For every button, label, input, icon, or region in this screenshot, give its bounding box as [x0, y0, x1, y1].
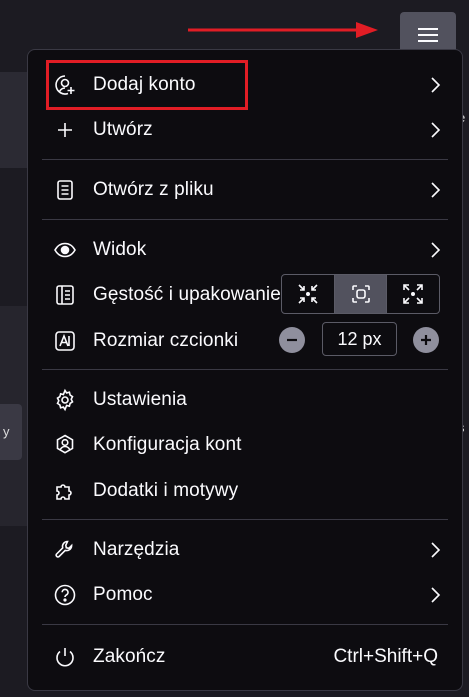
gear-icon — [52, 387, 78, 413]
font-size-value: 12 px — [322, 322, 397, 356]
menu-item-label: Rozmiar czcionki — [93, 330, 239, 351]
menu-separator — [42, 159, 448, 160]
menu-item-quit[interactable]: Zakończ Ctrl+Shift+Q — [42, 636, 448, 678]
density-normal-button[interactable] — [334, 275, 388, 313]
chevron-right-icon — [431, 587, 441, 603]
menu-item-label: Konfiguracja kont — [93, 434, 242, 455]
menu-item-view[interactable]: Widok — [42, 229, 448, 271]
power-icon — [52, 644, 78, 670]
menu-separator — [42, 624, 448, 625]
chevron-right-icon — [431, 242, 441, 258]
background-button: y — [0, 404, 22, 460]
menu-item-account-settings[interactable]: Konfiguracja kont — [42, 424, 448, 466]
chevron-right-icon — [431, 182, 441, 198]
density-icon — [52, 282, 78, 308]
font-size-decrease-button[interactable] — [279, 327, 305, 353]
hamburger-menu-icon — [418, 28, 438, 42]
menu-item-label: Otwórz z pliku — [93, 179, 214, 200]
wrench-icon — [52, 537, 78, 563]
menu-separator — [42, 369, 448, 370]
menu-item-label: Zakończ — [93, 646, 166, 667]
font-size-increase-button[interactable] — [413, 327, 439, 353]
menu-item-label: Pomoc — [93, 584, 153, 605]
menu-item-label: Widok — [93, 239, 147, 260]
touch-density-icon — [403, 284, 423, 304]
menu-item-addons-themes[interactable]: Dodatki i motywy — [42, 470, 448, 512]
eye-icon — [52, 237, 78, 263]
menu-item-label: Dodatki i motywy — [93, 480, 239, 501]
menu-item-label: Utwórz — [93, 119, 153, 140]
menu-item-label: Dodaj konto — [93, 74, 196, 95]
density-compact-button[interactable] — [282, 275, 335, 313]
menu-item-help[interactable]: Pomoc — [42, 574, 448, 616]
help-icon — [52, 582, 78, 608]
compact-density-icon — [298, 284, 318, 304]
chevron-right-icon — [431, 122, 441, 138]
keyboard-shortcut: Ctrl+Shift+Q — [333, 646, 438, 667]
plus-icon — [421, 335, 431, 345]
menu-item-settings[interactable]: Ustawienia — [42, 379, 448, 421]
chevron-right-icon — [431, 542, 441, 558]
normal-density-icon — [351, 285, 370, 303]
annotation-arrow — [188, 22, 378, 38]
density-touch-button[interactable] — [387, 275, 439, 313]
menu-separator — [42, 219, 448, 220]
menu-item-tools[interactable]: Narzędzia — [42, 529, 448, 571]
plus-icon — [52, 117, 78, 143]
open-file-icon — [52, 177, 78, 203]
density-selector — [281, 274, 440, 314]
account-settings-icon — [52, 432, 78, 458]
font-size-icon — [52, 328, 78, 354]
app-menu-panel: Dodaj konto Utwórz Otwórz z pliku Widok … — [27, 49, 463, 691]
chevron-right-icon — [431, 77, 441, 93]
menu-item-label: Gęstość i upakowanie — [93, 284, 281, 305]
add-account-icon — [52, 72, 78, 98]
menu-item-label: Ustawienia — [93, 389, 187, 410]
menu-item-add-account[interactable]: Dodaj konto — [42, 64, 448, 106]
background-panel-top — [0, 72, 30, 168]
menu-item-create[interactable]: Utwórz — [42, 109, 448, 151]
menu-item-open-from-file[interactable]: Otwórz z pliku — [42, 169, 448, 211]
puzzle-icon — [52, 478, 78, 504]
minus-icon — [287, 338, 297, 342]
menu-separator — [42, 519, 448, 520]
menu-item-label: Narzędzia — [93, 539, 180, 560]
